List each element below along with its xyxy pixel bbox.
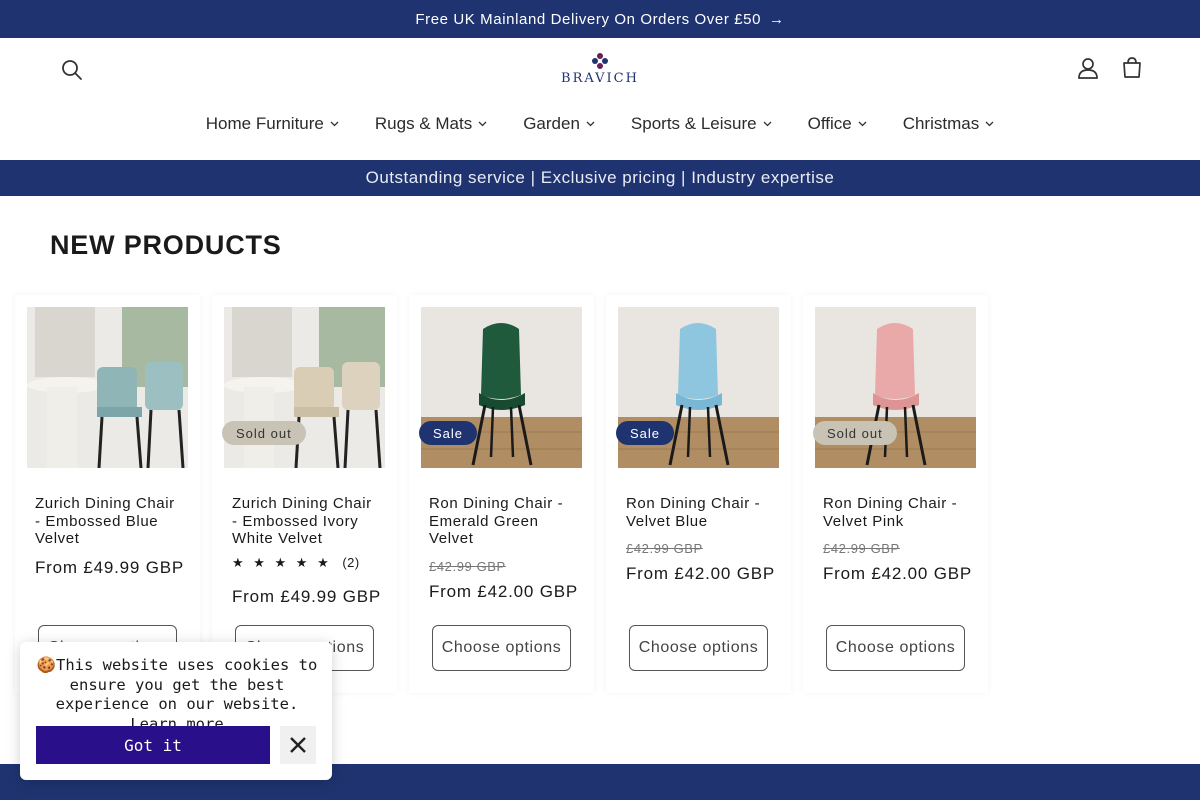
- product-card[interactable]: Sold out Ron Dining Chair - Velvet Pink …: [803, 295, 988, 693]
- announcement-text[interactable]: Free UK Mainland Delivery On Orders Over…: [415, 11, 761, 28]
- chevron-down-icon: [763, 121, 772, 127]
- cookie-message: 🍪This website uses cookies to ensure you…: [32, 656, 322, 734]
- choose-options-button[interactable]: Choose options: [432, 625, 571, 671]
- product-price: From £42.00 GBP: [429, 582, 579, 601]
- product-title[interactable]: Ron Dining Chair - Velvet Pink: [823, 495, 973, 530]
- logo-text: BRAVICH: [561, 71, 639, 86]
- main-navigation: Home Furniture Rugs & Mats Garden Sports…: [0, 114, 1200, 134]
- chevron-down-icon: [478, 121, 487, 127]
- section-title: NEW PRODUCTS: [50, 230, 282, 260]
- cookie-message-text: This website uses cookies to ensure you …: [55, 656, 318, 713]
- nav-item-christmas[interactable]: Christmas: [885, 114, 1013, 134]
- cart-button[interactable]: [1118, 54, 1146, 82]
- nav-item-sports-leisure[interactable]: Sports & Leisure: [613, 114, 790, 134]
- sold-out-badge: Sold out: [813, 421, 897, 445]
- chevron-down-icon: [330, 121, 339, 127]
- nav-item-label: Sports & Leisure: [630, 114, 757, 133]
- product-title[interactable]: Zurich Dining Chair - Embossed Blue Velv…: [35, 495, 185, 548]
- product-price: From £42.00 GBP: [626, 564, 776, 583]
- nav-item-office[interactable]: Office: [790, 114, 885, 134]
- nav-item-label: Home Furniture: [205, 114, 324, 133]
- announcement-bar[interactable]: Free UK Mainland Delivery On Orders Over…: [0, 0, 1200, 38]
- product-card[interactable]: Sale Ron Dining Chair - Velvet Blue £42.…: [606, 295, 791, 693]
- close-cookie-button[interactable]: [280, 726, 316, 764]
- product-price: From £42.00 GBP: [823, 564, 973, 583]
- cart-icon: [1123, 57, 1141, 78]
- got-it-button[interactable]: Got it: [36, 726, 270, 764]
- site-logo[interactable]: BRAVICH: [560, 52, 640, 88]
- product-price: From £49.99 GBP: [35, 558, 185, 577]
- product-old-price: £42.99 GBP: [626, 541, 703, 556]
- nav-item-home-furniture[interactable]: Home Furniture: [188, 114, 357, 134]
- sale-badge: Sale: [616, 421, 675, 445]
- site-header: BRAVICH Home Furniture Rugs & Mats Garde…: [0, 38, 1200, 160]
- account-button[interactable]: [1074, 54, 1102, 82]
- nav-item-label: Christmas: [902, 114, 980, 133]
- product-card[interactable]: Sold out Zurich Dining Chair - Embossed …: [212, 295, 397, 693]
- search-button[interactable]: [58, 56, 86, 84]
- product-old-price: £42.99 GBP: [429, 559, 506, 574]
- product-title[interactable]: Zurich Dining Chair - Embossed Ivory Whi…: [232, 495, 382, 548]
- nav-item-label: Office: [807, 114, 852, 133]
- logo-flower-icon: [592, 53, 608, 69]
- cookie-consent-popup: 🍪This website uses cookies to ensure you…: [20, 642, 332, 780]
- search-icon: [62, 60, 82, 80]
- close-icon: [290, 737, 306, 753]
- nav-item-rugs-mats[interactable]: Rugs & Mats: [357, 114, 505, 134]
- product-title[interactable]: Ron Dining Chair - Emerald Green Velvet: [429, 495, 579, 548]
- service-banner: Outstanding service | Exclusive pricing …: [0, 160, 1200, 196]
- choose-options-button[interactable]: Choose options: [629, 625, 768, 671]
- product-image[interactable]: [27, 307, 188, 468]
- product-title[interactable]: Ron Dining Chair - Velvet Blue: [626, 495, 776, 530]
- product-old-price: £42.99 GBP: [823, 541, 900, 556]
- product-card[interactable]: Zurich Dining Chair - Embossed Blue Velv…: [15, 295, 200, 693]
- nav-item-label: Rugs & Mats: [374, 114, 473, 133]
- chevron-down-icon: [985, 121, 994, 127]
- nav-item-garden[interactable]: Garden: [505, 114, 613, 134]
- product-rating: ★ ★ ★ ★ ★ (2): [232, 555, 360, 571]
- chevron-down-icon: [586, 121, 595, 127]
- rating-stars: ★ ★ ★ ★ ★: [232, 555, 332, 570]
- service-banner-text: Outstanding service | Exclusive pricing …: [365, 168, 835, 187]
- sale-badge: Sale: [419, 421, 478, 445]
- cookie-icon: 🍪: [36, 656, 56, 674]
- rating-count: (2): [342, 555, 360, 570]
- account-icon: [1078, 58, 1098, 79]
- product-price: From £49.99 GBP: [232, 587, 382, 606]
- arrow-right-icon: →: [769, 10, 785, 28]
- sold-out-badge: Sold out: [222, 421, 306, 445]
- product-card[interactable]: Sale Ron Dining Chair - Emerald Green Ve…: [409, 295, 594, 693]
- nav-item-label: Garden: [523, 114, 580, 133]
- chevron-down-icon: [858, 121, 867, 127]
- choose-options-button[interactable]: Choose options: [826, 625, 965, 671]
